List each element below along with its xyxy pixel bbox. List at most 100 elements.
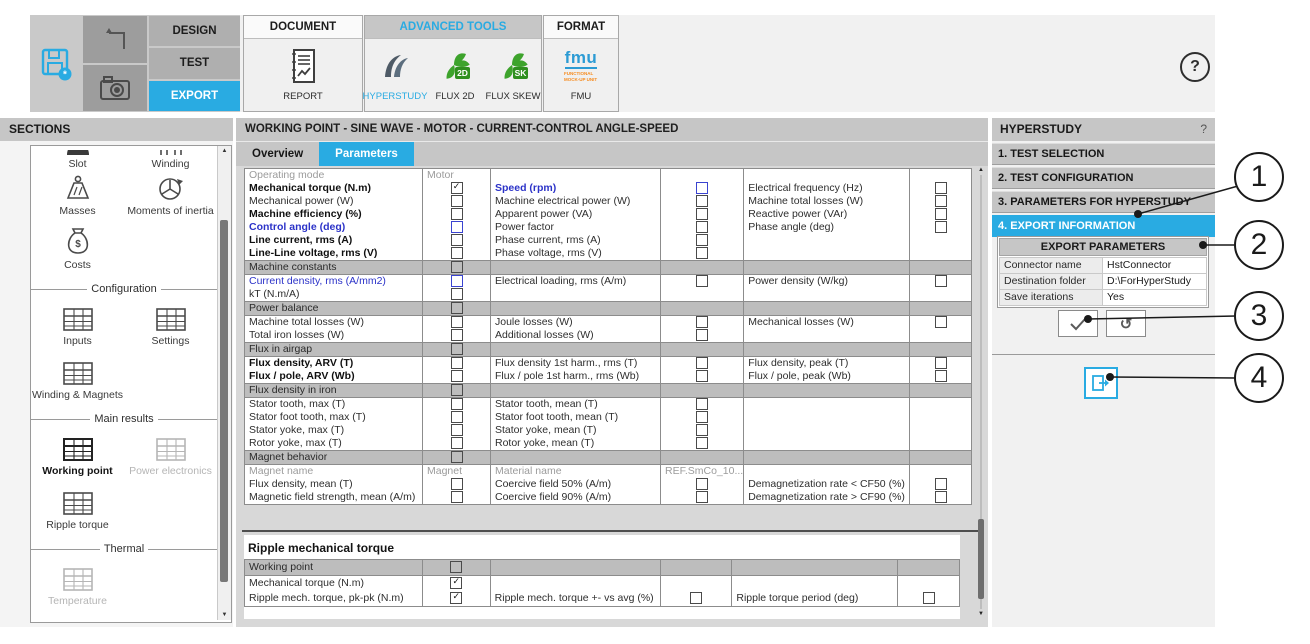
checkbox-unchecked[interactable] (451, 398, 463, 410)
hyperstudy-step-4[interactable]: 4. EXPORT INFORMATION (992, 215, 1215, 237)
checkbox-unchecked[interactable] (696, 424, 708, 436)
checkbox-unchecked[interactable] (690, 592, 702, 604)
checkbox-unchecked[interactable] (935, 491, 947, 503)
checkbox-unchecked[interactable] (451, 234, 463, 246)
checkbox-unchecked[interactable] (935, 208, 947, 220)
hyperstudy-help-button[interactable]: ? (1200, 118, 1207, 141)
tab-design[interactable]: DESIGN (149, 16, 240, 46)
checkbox-unchecked[interactable] (935, 221, 947, 233)
main-scrollbar[interactable]: ▲ ▼ (976, 167, 986, 617)
export-button[interactable] (1084, 367, 1118, 399)
checkbox-unchecked[interactable] (451, 411, 463, 423)
checkbox-unchecked[interactable] (696, 316, 708, 328)
checkbox-unchecked[interactable] (935, 275, 947, 287)
sidebar-item-ripple-torque[interactable]: Ripple torque (31, 484, 124, 538)
fluxskew-button[interactable]: SK FLUX SKEW (486, 44, 540, 102)
main-scroll-thumb[interactable] (978, 519, 984, 599)
report-button[interactable]: REPORT (272, 44, 334, 102)
checkbox-checked[interactable] (450, 577, 462, 589)
sidebar-item-winding[interactable]: Winding (124, 150, 217, 170)
checkbox-unchecked[interactable] (451, 302, 463, 314)
tab-parameters[interactable]: Parameters (319, 142, 414, 166)
checkbox-unchecked[interactable] (696, 195, 708, 207)
checkbox-unchecked[interactable] (935, 316, 947, 328)
checkbox-unchecked[interactable] (451, 247, 463, 259)
checkbox-unchecked[interactable] (451, 288, 463, 300)
checkbox-unchecked[interactable] (450, 561, 462, 573)
export-param-value[interactable]: D:\ForHyperStudy (1103, 274, 1207, 290)
checkbox-unchecked[interactable] (923, 592, 935, 604)
sidebar-item-settings[interactable]: Settings (124, 300, 217, 354)
hyperstudy-step-1[interactable]: 1. TEST SELECTION (992, 143, 1215, 165)
checkbox-unchecked[interactable] (935, 478, 947, 490)
checkbox-unchecked[interactable] (451, 195, 463, 207)
checkbox-unchecked[interactable] (696, 275, 708, 287)
checkbox-unchecked[interactable] (696, 370, 708, 382)
sidebar-item-moments-of-inertia[interactable]: Moments of inertia (124, 170, 217, 224)
checkbox-unchecked[interactable] (451, 275, 463, 287)
checkbox-checked[interactable] (451, 182, 463, 194)
screenshot-button[interactable] (83, 65, 147, 111)
sidebar-item-temperature[interactable]: Temperature (31, 560, 124, 614)
checkbox-unchecked[interactable] (696, 478, 708, 490)
export-param-value[interactable]: Yes (1103, 290, 1207, 306)
checkbox-unchecked[interactable] (696, 208, 708, 220)
checkbox-unchecked[interactable] (451, 478, 463, 490)
checkbox-unchecked[interactable] (451, 491, 463, 503)
checkbox-unchecked[interactable] (696, 234, 708, 246)
sidebar-item-inputs[interactable]: Inputs (31, 300, 124, 354)
checkbox-unchecked[interactable] (451, 261, 463, 273)
save-button[interactable]: * (30, 15, 82, 112)
reset-button[interactable]: ↺ (1106, 310, 1146, 337)
tab-export[interactable]: EXPORT (149, 81, 240, 111)
sidebar-item-masses[interactable]: Masses (31, 170, 124, 224)
scroll-down-icon[interactable]: ▼ (218, 612, 231, 618)
main-scroll-up-icon[interactable]: ▲ (976, 167, 986, 173)
sidebar-item-winding-magnets[interactable]: Winding & Magnets (31, 354, 124, 408)
checkbox-unchecked[interactable] (696, 411, 708, 423)
checkbox-checked[interactable] (450, 592, 462, 604)
checkbox-unchecked[interactable] (935, 195, 947, 207)
checkbox-unchecked[interactable] (696, 491, 708, 503)
validate-button[interactable] (1058, 310, 1098, 337)
checkbox-unchecked[interactable] (451, 343, 463, 355)
checkbox-unchecked[interactable] (451, 451, 463, 463)
checkbox-unchecked[interactable] (935, 370, 947, 382)
hyperstudy-button[interactable]: HYPERSTUDY (366, 44, 424, 102)
tab-overview[interactable]: Overview (236, 142, 319, 166)
checkbox-unchecked[interactable] (696, 247, 708, 259)
checkbox-unchecked[interactable] (451, 370, 463, 382)
hyperstudy-step-2[interactable]: 2. TEST CONFIGURATION (992, 167, 1215, 189)
checkbox-unchecked[interactable] (451, 424, 463, 436)
tab-test[interactable]: TEST (149, 48, 240, 78)
undo-button[interactable] (83, 16, 147, 63)
sidebar-item-power-electronics[interactable]: Power electronics (124, 430, 217, 484)
main-scroll-down-icon[interactable]: ▼ (976, 611, 986, 617)
checkbox-unchecked[interactable] (935, 357, 947, 369)
checkbox-unchecked[interactable] (696, 329, 708, 341)
checkbox-unchecked[interactable] (451, 329, 463, 341)
export-param-value[interactable]: HstConnector (1103, 258, 1207, 274)
checkbox-unchecked[interactable] (451, 357, 463, 369)
checkbox-unchecked[interactable] (451, 437, 463, 449)
checkbox-unchecked[interactable] (451, 208, 463, 220)
checkbox-unchecked[interactable] (696, 398, 708, 410)
sidebar-item-working-point[interactable]: Working point (31, 430, 124, 484)
sidebar-item-costs[interactable]: $Costs (31, 224, 124, 278)
sidebar-item-slot[interactable]: Slot (31, 150, 124, 170)
flux2d-button[interactable]: 2D FLUX 2D (432, 44, 478, 102)
checkbox-unchecked[interactable] (696, 182, 708, 194)
checkbox-unchecked[interactable] (696, 221, 708, 233)
checkbox-unchecked[interactable] (696, 357, 708, 369)
help-button[interactable]: ? (1180, 52, 1210, 82)
checkbox-unchecked[interactable] (451, 384, 463, 396)
sidebar-scroll-thumb[interactable] (220, 220, 228, 582)
fmu-button[interactable]: fmu FUNCTIONAL MOCK-UP UNIT FMU (550, 44, 612, 102)
checkbox-unchecked[interactable] (696, 437, 708, 449)
scroll-up-icon[interactable]: ▲ (218, 148, 231, 154)
checkbox-unchecked[interactable] (935, 182, 947, 194)
checkbox-unchecked[interactable] (451, 316, 463, 328)
hyperstudy-step-3[interactable]: 3. PARAMETERS FOR HYPERSTUDY (992, 191, 1215, 213)
checkbox-unchecked[interactable] (451, 221, 463, 233)
sidebar-scrollbar[interactable]: ▲ ▼ (217, 146, 231, 620)
